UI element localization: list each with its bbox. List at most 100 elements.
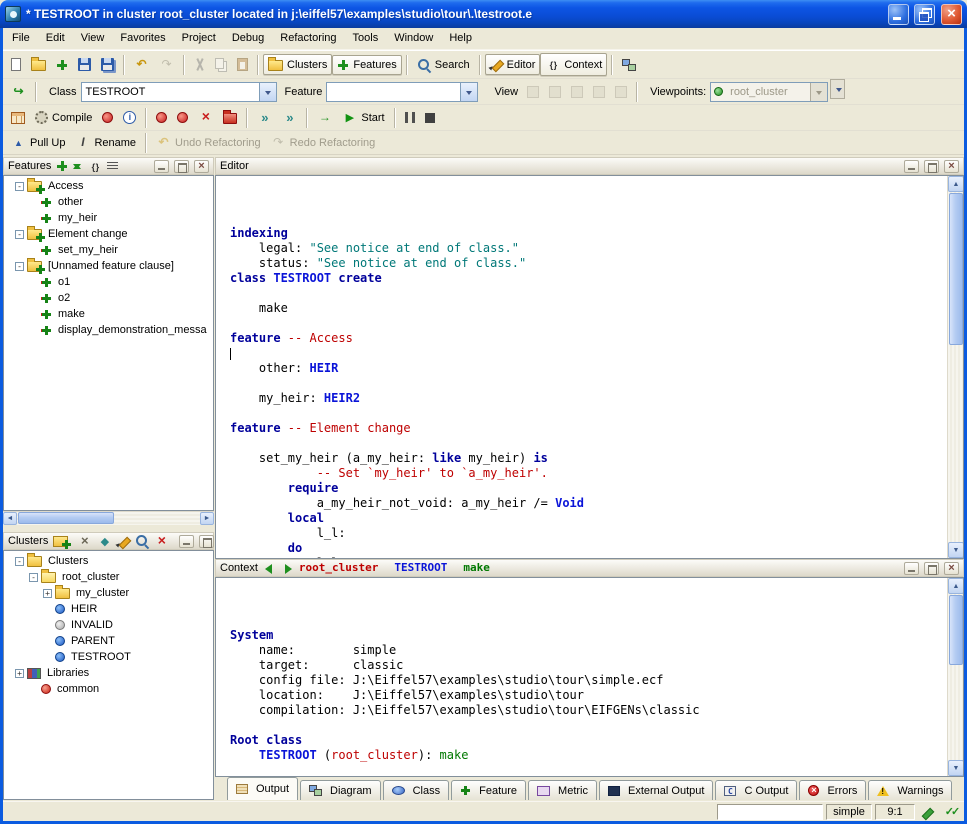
titlebar[interactable]: * TESTROOT in cluster root_cluster locat… (0, 0, 967, 28)
editor-close-button[interactable] (944, 160, 959, 173)
step-into-button[interactable] (252, 106, 277, 129)
horizontal-scroll-thumb[interactable] (18, 512, 114, 524)
feature-tree-row[interactable]: - Access (12, 178, 213, 194)
scroll-down-button[interactable] (948, 542, 964, 558)
melt-button[interactable] (97, 108, 118, 127)
bottom-tab[interactable]: Output (227, 777, 298, 800)
code-line[interactable] (230, 436, 943, 451)
compile-info-button[interactable] (118, 107, 141, 128)
bottom-tab[interactable]: Errors (799, 780, 866, 800)
project-settings-button[interactable] (6, 108, 30, 128)
menu-item[interactable]: Favorites (112, 29, 173, 48)
code-area[interactable]: indexing legal: "See notice at end of cl… (216, 176, 963, 558)
remove-item-icon[interactable] (77, 534, 92, 549)
menu-item[interactable]: File (4, 29, 38, 48)
undo-button[interactable] (129, 53, 154, 76)
feature-tree-row[interactable]: set_my_heir (12, 242, 213, 258)
vertical-scroll-thumb[interactable] (949, 193, 963, 345)
context-minimize-button[interactable] (904, 562, 919, 575)
code-line[interactable]: my_heir: HEIR2 (230, 391, 943, 406)
feature-tree-row[interactable]: - Element change (12, 226, 213, 242)
history-forward-button[interactable] (281, 562, 294, 575)
scroll-up-button[interactable] (948, 176, 964, 192)
new-window-button[interactable] (6, 54, 26, 75)
save-all-button[interactable] (96, 54, 119, 75)
bottom-tab[interactable]: Feature (451, 780, 526, 800)
bottom-tab[interactable]: Class (383, 780, 450, 800)
editor-minimize-button[interactable] (904, 160, 919, 173)
code-line[interactable]: l_l. (230, 556, 943, 558)
code-line[interactable]: local (230, 511, 943, 526)
history-back-button[interactable] (263, 562, 276, 575)
scroll-down-button[interactable] (948, 760, 964, 776)
context-maximize-button[interactable] (924, 562, 939, 575)
cluster-tree-row[interactable]: - Clusters (12, 553, 213, 569)
class-combobox[interactable]: TESTROOT (81, 82, 277, 102)
diagram-view-icon[interactable] (97, 534, 112, 549)
paste-button[interactable] (232, 54, 253, 75)
menu-item[interactable]: Refactoring (272, 29, 344, 48)
view-clickable-button[interactable] (544, 82, 566, 102)
add-feature-icon[interactable] (56, 160, 68, 172)
cluster-tree-row[interactable]: HEIR (12, 601, 213, 617)
menu-item[interactable]: Edit (38, 29, 73, 48)
close-button[interactable] (941, 4, 962, 25)
cancel-compile-button[interactable] (193, 106, 218, 129)
cluster-tree-row[interactable]: common (12, 681, 213, 697)
feature-tree-row[interactable]: display_demonstration_messa (12, 322, 213, 338)
menu-item[interactable]: Help (441, 29, 480, 48)
feature-tree-row[interactable]: make (12, 306, 213, 322)
code-line[interactable] (230, 406, 943, 421)
tree-expander[interactable]: - (15, 557, 24, 566)
bottom-tab[interactable]: C Output (715, 780, 797, 800)
cluster-tree-row[interactable]: + my_cluster (12, 585, 213, 601)
statusbar-filter-field[interactable] (717, 804, 823, 820)
editor-tool-button[interactable]: Editor (485, 54, 541, 75)
code-line[interactable]: set_my_heir (a_my_heir: like my_heir) is (230, 451, 943, 466)
pause-button[interactable] (400, 108, 420, 127)
bottom-tab[interactable]: Metric (528, 780, 597, 800)
code-line[interactable]: require (230, 481, 943, 496)
copy-button[interactable] (210, 54, 232, 76)
features-horizontal-scrollbar[interactable] (3, 511, 214, 525)
menu-item[interactable]: Debug (224, 29, 272, 48)
editor-maximize-button[interactable] (924, 160, 939, 173)
clusters-maximize-button[interactable] (199, 535, 214, 548)
cluster-tree-row[interactable]: INVALID (12, 617, 213, 633)
sort-features-icon[interactable] (73, 160, 82, 173)
list-view-icon[interactable] (107, 162, 118, 171)
features-tool-button[interactable]: Features (332, 55, 401, 75)
clusters-minimize-button[interactable] (179, 535, 194, 548)
clusters-panel-titlebar[interactable]: Clusters (3, 532, 214, 550)
scroll-left-button[interactable] (3, 512, 17, 525)
minimize-button[interactable] (888, 4, 909, 25)
pull-up-button[interactable]: Pull Up (6, 131, 70, 154)
code-line[interactable]: feature -- Element change (230, 421, 943, 436)
cut-button[interactable] (189, 54, 210, 75)
code-line[interactable] (230, 316, 943, 331)
bottom-tab[interactable]: Warnings (868, 780, 952, 800)
menu-item[interactable]: Project (174, 29, 224, 48)
tree-expander[interactable]: - (15, 230, 24, 239)
tree-expander[interactable]: - (15, 182, 24, 191)
code-line[interactable]: feature -- Access (230, 331, 943, 346)
code-line[interactable]: other: HEIR (230, 361, 943, 376)
add-cluster-icon[interactable] (53, 536, 68, 547)
features-panel-titlebar[interactable]: Features (3, 157, 214, 175)
viewpoints-combobox[interactable]: root_cluster (710, 82, 828, 102)
code-line[interactable]: indexing (230, 226, 943, 241)
context-tool-button[interactable]: Context (540, 53, 607, 76)
bottom-tab[interactable]: Diagram (300, 780, 381, 800)
features-close-button[interactable] (194, 160, 209, 173)
view-flat-button[interactable] (566, 82, 588, 102)
retarget-button[interactable] (6, 80, 31, 103)
run-options-button[interactable] (312, 106, 337, 129)
code-line[interactable] (230, 376, 943, 391)
signature-toggle-icon[interactable] (87, 159, 102, 174)
new-item-button[interactable] (51, 55, 73, 75)
rename-button[interactable]: Rename (70, 131, 141, 154)
features-maximize-button[interactable] (174, 160, 189, 173)
diagram-tool-button[interactable] (617, 55, 641, 75)
feature-tree-row[interactable]: my_heir (12, 210, 213, 226)
code-line[interactable]: class TESTROOT create (230, 271, 943, 286)
